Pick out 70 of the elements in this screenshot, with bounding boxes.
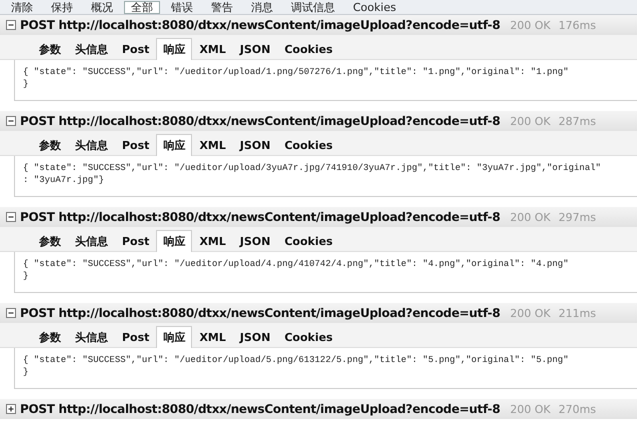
toolbar-button[interactable]: 错误: [164, 0, 200, 14]
request-url: POST http://localhost:8080/dtxx/newsContent/imageUpload?encode=utf-8: [20, 306, 500, 320]
collapse-icon[interactable]: [6, 20, 16, 30]
toolbar-button[interactable]: 清除: [4, 0, 40, 14]
tab[interactable]: JSON: [232, 39, 278, 59]
request-header[interactable]: POST http://localhost:8080/dtxx/newsContent/imageUpload?encode=utf-8 200 OK 287ms: [0, 111, 637, 131]
tab[interactable]: 响应: [156, 230, 192, 252]
tab[interactable]: Cookies: [277, 231, 340, 251]
request-url: POST http://localhost:8080/dtxx/newsContent/imageUpload?encode=utf-8: [20, 114, 500, 128]
tab[interactable]: 头信息: [68, 327, 115, 347]
tab[interactable]: JSON: [232, 231, 278, 251]
tab[interactable]: XML: [192, 135, 233, 155]
response-time: 297ms: [558, 210, 596, 224]
toolbar-button[interactable]: 消息: [244, 0, 280, 14]
toolbar-button[interactable]: 全部: [124, 0, 160, 14]
response-text: : "3yuA7r.jpg"}: [23, 174, 106, 186]
tab[interactable]: XML: [192, 327, 233, 347]
tab[interactable]: Cookies: [277, 39, 340, 59]
tab[interactable]: Post: [115, 39, 156, 59]
tab[interactable]: Post: [115, 135, 156, 155]
request-url: POST http://localhost:8080/dtxx/newsContent/imageUpload?encode=utf-8: [20, 18, 500, 32]
collapse-icon[interactable]: [6, 116, 16, 126]
response-text: { "state": "SUCCESS","url": "/ueditor/upload/5.png/613122/5.png","title": "5.png","original": "5.png": [23, 354, 570, 366]
response-time: 176ms: [558, 18, 596, 32]
toolbar-button[interactable]: 保持: [44, 0, 80, 14]
tab[interactable]: 头信息: [68, 39, 115, 59]
tab[interactable]: 头信息: [68, 231, 115, 251]
toolbar-button[interactable]: 概况: [84, 0, 120, 14]
tab[interactable]: JSON: [232, 327, 278, 347]
request-url: POST http://localhost:8080/dtxx/newsContent/imageUpload?encode=utf-8: [20, 402, 500, 416]
tab[interactable]: XML: [192, 39, 233, 59]
tab[interactable]: Cookies: [277, 327, 340, 347]
tab[interactable]: 参数: [32, 231, 68, 251]
tab[interactable]: Cookies: [277, 135, 340, 155]
toolbar-button[interactable]: 调试信息: [284, 0, 342, 14]
toolbar-button[interactable]: 警告: [204, 0, 240, 14]
tab[interactable]: 参数: [32, 327, 68, 347]
tab[interactable]: XML: [192, 231, 233, 251]
tab[interactable]: JSON: [232, 135, 278, 155]
response-text: { "state": "SUCCESS","url": "/ueditor/upload/3yuA7r.jpg/741910/3yuA7r.jpg","title": "3yuA7r.jpg","original": [23, 162, 602, 174]
request-header[interactable]: POST http://localhost:8080/dtxx/newsContent/imageUpload?encode=utf-8 200 OK 270ms: [0, 399, 637, 419]
response-time: 287ms: [558, 114, 596, 128]
tab[interactable]: 响应: [156, 326, 192, 348]
tab[interactable]: Post: [115, 327, 156, 347]
response-status: 200 OK: [510, 18, 551, 32]
request-header[interactable]: POST http://localhost:8080/dtxx/newsContent/imageUpload?encode=utf-8 200 OK 176ms: [0, 15, 637, 35]
response-text: { "state": "SUCCESS","url": "/ueditor/upload/4.png/410742/4.png","title": "4.png","original": "4.png": [23, 258, 570, 270]
request-header[interactable]: POST http://localhost:8080/dtxx/newsContent/imageUpload?encode=utf-8 200 OK 211ms: [0, 303, 637, 323]
response-time: 270ms: [558, 402, 596, 416]
collapse-icon[interactable]: [6, 212, 16, 222]
toolbar-button[interactable]: Cookies: [346, 0, 404, 14]
response-text: }: [23, 78, 30, 90]
collapse-icon[interactable]: [6, 308, 16, 318]
tab[interactable]: 参数: [32, 135, 68, 155]
tab[interactable]: 参数: [32, 39, 68, 59]
expand-icon[interactable]: [6, 404, 16, 414]
tab[interactable]: 响应: [156, 38, 192, 60]
tab[interactable]: 响应: [156, 134, 192, 156]
tab[interactable]: 头信息: [68, 135, 115, 155]
response-text: { "state": "SUCCESS","url": "/ueditor/upload/1.png/507276/1.png","title": "1.png","original": "1.png": [23, 66, 570, 78]
response-text: }: [23, 366, 30, 378]
response-time: 211ms: [558, 306, 596, 320]
response-text: }: [23, 270, 30, 282]
request-header[interactable]: POST http://localhost:8080/dtxx/newsContent/imageUpload?encode=utf-8 200 OK 297ms: [0, 207, 637, 227]
request-url: POST http://localhost:8080/dtxx/newsContent/imageUpload?encode=utf-8: [20, 210, 500, 224]
response-status: 200 OK: [510, 210, 551, 224]
response-status: 200 OK: [510, 114, 551, 128]
response-status: 200 OK: [510, 402, 551, 416]
tab[interactable]: Post: [115, 231, 156, 251]
response-status: 200 OK: [510, 306, 551, 320]
